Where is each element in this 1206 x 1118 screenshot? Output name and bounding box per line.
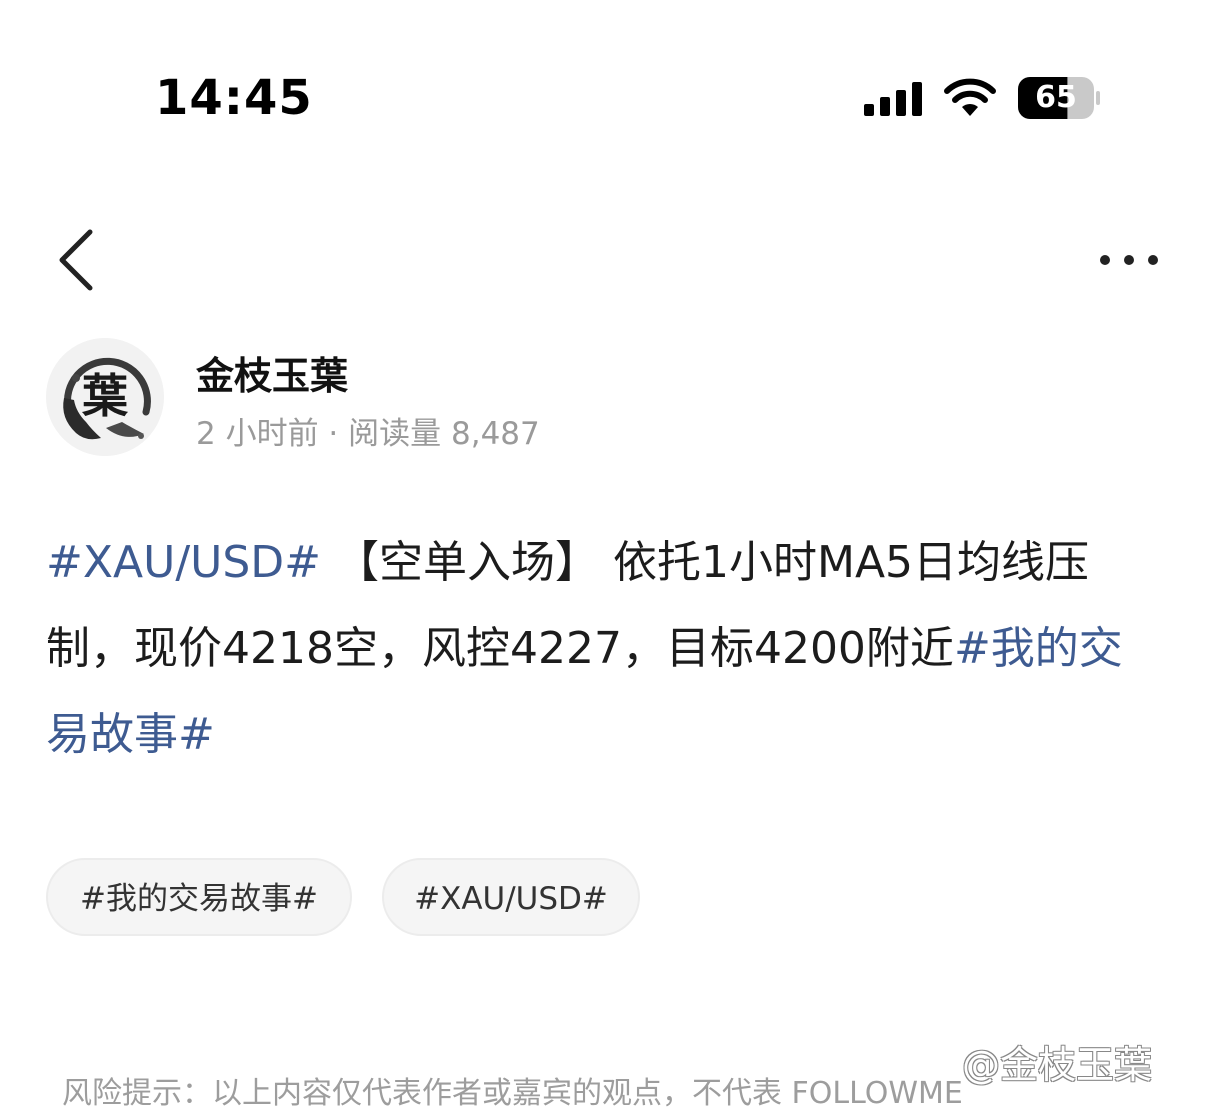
watermark: @金枝玉葉 — [962, 1043, 1153, 1087]
hashtag-link[interactable]: #XAU/USD# — [46, 537, 321, 588]
battery-level: 65 — [1035, 80, 1077, 115]
avatar-glyph: 葉 — [81, 369, 129, 423]
wifi-icon — [944, 78, 996, 116]
cellular-signal-icon — [864, 82, 922, 116]
battery-icon: 65 — [1018, 77, 1100, 119]
more-horizontal-icon[interactable] — [1096, 250, 1162, 270]
topic-tag[interactable]: #XAU/USD# — [382, 858, 640, 936]
author-name[interactable]: 金枝玉葉 — [196, 345, 348, 400]
topic-tag[interactable]: #我的交易故事# — [46, 858, 352, 936]
chevron-left-icon[interactable] — [56, 228, 96, 292]
post-meta: 2 小时前 · 阅读量 8,487 — [196, 416, 540, 452]
status-time: 14:45 — [155, 70, 313, 126]
risk-disclaimer: 风险提示：以上内容仅代表作者或嘉宾的观点，不代表 FOLLOWME — [62, 1076, 963, 1111]
avatar[interactable]: 葉 — [46, 338, 164, 456]
post-content: #XAU/USD# 【空单入场】 依托1小时MA5日均线压制，现价4218空，风… — [46, 520, 1166, 778]
